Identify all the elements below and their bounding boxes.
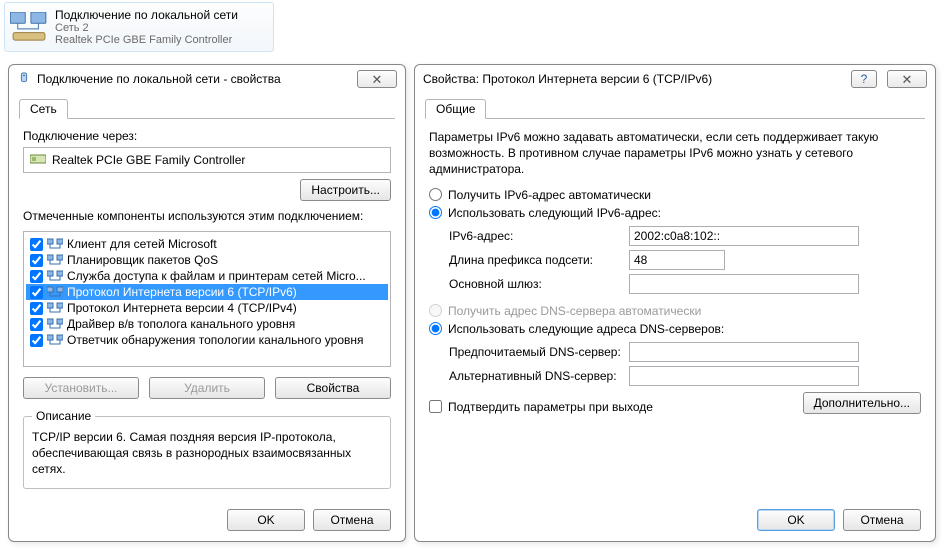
- component-item[interactable]: Протокол Интернета версии 4 (TCP/IPv4): [26, 300, 388, 316]
- protocol-icon: [47, 301, 63, 315]
- protocol-icon: [47, 253, 63, 267]
- component-label: Протокол Интернета версии 4 (TCP/IPv4): [67, 301, 297, 315]
- component-label: Драйвер в/в тополога канального уровня: [67, 317, 295, 331]
- component-item[interactable]: Планировщик пакетов QoS: [26, 252, 388, 268]
- alternate-dns-label: Альтернативный DNS-сервер:: [449, 369, 629, 383]
- ok-button[interactable]: OK: [227, 509, 305, 531]
- component-label: Служба доступа к файлам и принтерам сете…: [67, 269, 366, 283]
- protocol-icon: [47, 237, 63, 251]
- components-label: Отмеченные компоненты используются этим …: [23, 209, 391, 223]
- connect-through-label: Подключение через:: [23, 129, 391, 143]
- component-checkbox[interactable]: [30, 254, 43, 267]
- install-button[interactable]: Установить...: [23, 377, 139, 399]
- protocol-icon: [47, 269, 63, 283]
- description-text: TCP/IP версии 6. Самая поздняя версия IP…: [32, 429, 382, 478]
- radio-manual-dns[interactable]: Использовать следующие адреса DNS-сервер…: [429, 322, 921, 336]
- tab-network[interactable]: Сеть: [19, 99, 68, 119]
- component-checkbox[interactable]: [30, 286, 43, 299]
- configure-button[interactable]: Настроить...: [300, 179, 391, 201]
- tab-general[interactable]: Общие: [425, 99, 486, 119]
- radio-manual-dns-input[interactable]: [429, 322, 442, 335]
- close-button[interactable]: ✕: [357, 70, 397, 88]
- component-checkbox[interactable]: [30, 270, 43, 283]
- network-adapter-icon: [9, 7, 49, 47]
- radio-auto-dns-label: Получить адрес DNS-сервера автоматически: [448, 304, 701, 318]
- properties-button[interactable]: Свойства: [275, 377, 391, 399]
- component-label: Ответчик обнаружения топологии канальног…: [67, 333, 364, 347]
- gateway-input[interactable]: [629, 274, 859, 294]
- help-button[interactable]: ?: [851, 70, 877, 88]
- preferred-dns-label: Предпочитаемый DNS-сервер:: [449, 345, 629, 359]
- network-adapter-tile[interactable]: Подключение по локальной сети Сеть 2 Rea…: [4, 2, 274, 52]
- component-checkbox[interactable]: [30, 302, 43, 315]
- description-box: Описание TCP/IP версии 6. Самая поздняя …: [23, 409, 391, 489]
- description-legend: Описание: [32, 409, 95, 423]
- components-list[interactable]: Клиент для сетей Microsoft Планировщик па…: [23, 231, 391, 367]
- protocol-icon: [47, 317, 63, 331]
- ok-button[interactable]: OK: [757, 509, 835, 531]
- network-icon: [17, 72, 31, 86]
- ipv6-intro-text: Параметры IPv6 можно задавать автоматиче…: [429, 129, 921, 178]
- component-item[interactable]: Протокол Интернета версии 6 (TCP/IPv6): [26, 284, 388, 300]
- nic-icon: [30, 152, 46, 169]
- dialog-title: Свойства: Протокол Интернета версии 6 (T…: [423, 72, 845, 86]
- protocol-icon: [47, 333, 63, 347]
- adapter-name-text: Realtek PCIe GBE Family Controller: [52, 153, 245, 167]
- radio-manual-address-input[interactable]: [429, 206, 442, 219]
- component-checkbox[interactable]: [30, 318, 43, 331]
- radio-manual-address[interactable]: Использовать следующий IPv6-адрес:: [429, 206, 921, 220]
- validate-checkbox[interactable]: [429, 400, 442, 413]
- advanced-button[interactable]: Дополнительно...: [803, 392, 921, 414]
- component-checkbox[interactable]: [30, 238, 43, 251]
- component-item[interactable]: Ответчик обнаружения топологии канальног…: [26, 332, 388, 348]
- radio-manual-dns-label: Использовать следующие адреса DNS-сервер…: [448, 322, 724, 336]
- help-icon: ?: [861, 72, 868, 86]
- validate-label: Подтвердить параметры при выходе: [448, 400, 653, 414]
- prefix-length-label: Длина префикса подсети:: [449, 253, 629, 267]
- component-label: Протокол Интернета версии 6 (TCP/IPv6): [67, 285, 297, 299]
- cancel-button[interactable]: Отмена: [313, 509, 391, 531]
- gateway-label: Основной шлюз:: [449, 277, 629, 291]
- connection-properties-dialog: Подключение по локальной сети - свойства…: [8, 64, 406, 542]
- adapter-network: Сеть 2: [55, 22, 238, 34]
- close-button[interactable]: ✕: [887, 70, 927, 88]
- cancel-button[interactable]: Отмена: [843, 509, 921, 531]
- dialog-title: Подключение по локальной сети - свойства: [37, 72, 351, 86]
- close-icon: ✕: [902, 73, 913, 86]
- ipv6-address-input[interactable]: [629, 226, 859, 246]
- protocol-icon: [47, 285, 63, 299]
- radio-auto-dns: Получить адрес DNS-сервера автоматически: [429, 304, 921, 318]
- uninstall-button[interactable]: Удалить: [149, 377, 265, 399]
- ipv6-properties-dialog: Свойства: Протокол Интернета версии 6 (T…: [414, 64, 936, 542]
- alternate-dns-input[interactable]: [629, 366, 859, 386]
- radio-auto-address-label: Получить IPv6-адрес автоматически: [448, 188, 651, 202]
- component-item[interactable]: Служба доступа к файлам и принтерам сете…: [26, 268, 388, 284]
- radio-manual-address-label: Использовать следующий IPv6-адрес:: [448, 206, 661, 220]
- preferred-dns-input[interactable]: [629, 342, 859, 362]
- component-checkbox[interactable]: [30, 334, 43, 347]
- ipv6-address-label: IPv6-адрес:: [449, 229, 629, 243]
- close-icon: ✕: [372, 73, 383, 86]
- radio-auto-address[interactable]: Получить IPv6-адрес автоматически: [429, 188, 921, 202]
- radio-auto-address-input[interactable]: [429, 188, 442, 201]
- prefix-length-input[interactable]: [629, 250, 725, 270]
- radio-auto-dns-input: [429, 304, 442, 317]
- adapter-name: Подключение по локальной сети: [55, 8, 238, 22]
- adapter-box: Realtek PCIe GBE Family Controller: [23, 147, 391, 173]
- component-label: Планировщик пакетов QoS: [67, 253, 218, 267]
- adapter-device: Realtek PCIe GBE Family Controller: [55, 34, 238, 46]
- component-label: Клиент для сетей Microsoft: [67, 237, 217, 251]
- component-item[interactable]: Драйвер в/в тополога канального уровня: [26, 316, 388, 332]
- component-item[interactable]: Клиент для сетей Microsoft: [26, 236, 388, 252]
